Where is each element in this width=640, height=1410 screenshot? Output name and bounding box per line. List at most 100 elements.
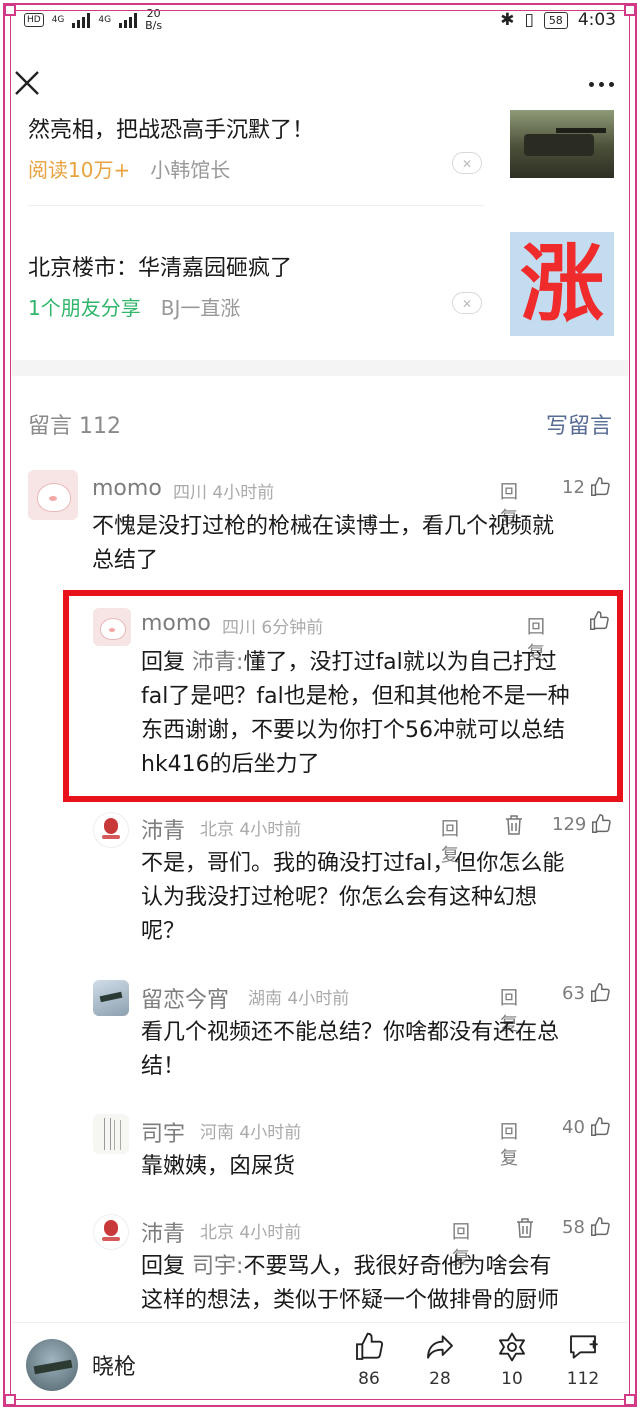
frame-corner	[4, 4, 16, 16]
comment-text: 回复 沛青:懂了，没打过fal就以为自己打过 fal了是吧？fal也是枪，但和其…	[141, 646, 613, 782]
comment-line: 总结了	[92, 548, 159, 573]
top-bar	[0, 58, 640, 108]
comment-location-time: 四川 6分钟前	[222, 618, 324, 638]
share-action[interactable]: 28	[415, 1331, 465, 1389]
article-thumbnail[interactable]	[510, 110, 614, 178]
thumbs-up-icon	[590, 1217, 610, 1236]
like-button[interactable]: 40	[562, 1116, 611, 1138]
comment-author[interactable]: 沛青	[141, 813, 185, 845]
friend-share-count: 1个朋友分享	[28, 296, 141, 320]
comment-author[interactable]: momo	[141, 611, 211, 636]
thumbs-up-icon	[356, 1332, 384, 1360]
comment-location-time: 北京 4小时前	[200, 1223, 302, 1243]
user-avatar[interactable]	[26, 1339, 78, 1391]
net-speed: 20 B/s	[145, 8, 162, 32]
bluetooth-icon: ✱	[500, 10, 515, 30]
reply-prefix: 回复	[141, 1254, 186, 1279]
write-comment-button[interactable]: 写留言	[546, 408, 612, 440]
net-speed-unit: B/s	[145, 19, 163, 32]
divider	[28, 205, 484, 206]
comment-line: 懂了，没打过fal就以为自己打过	[243, 650, 557, 675]
dislike-close-icon[interactable]: ✕	[452, 152, 482, 174]
signal-icon	[72, 12, 91, 28]
like-count: 86	[358, 1369, 380, 1389]
comment-line: 不要骂人，我很好奇他为啥会有	[243, 1254, 552, 1279]
like-count: 63	[562, 982, 585, 1004]
comment-line: 东西谢谢，不要以为你打个56冲就可以总结	[141, 718, 565, 743]
close-icon[interactable]	[14, 70, 40, 96]
comment-line: fal了是吧？fal也是枪，但和其他枪不是一种	[141, 684, 570, 709]
comments-count: 留言 112	[28, 414, 121, 439]
frame-corner	[624, 1394, 636, 1406]
comment-author[interactable]: 留恋今宵	[141, 982, 229, 1014]
comment-text: 不愧是没打过枪的枪械在读博士，看几个视频就 总结了	[92, 510, 617, 578]
comment-location-time: 河南 4小时前	[200, 1123, 302, 1143]
like-button[interactable]: 12	[562, 476, 611, 498]
comment-text: 看几个视频还不能总结？你啥都没有还在总 结！	[141, 1016, 613, 1084]
comment-text: 不是，哥们。我的确没打过fal，但你怎么能 认为我没打过枪呢？你怎么会有这种幻想…	[141, 847, 613, 949]
comments-header: 留言 112 写留言	[28, 408, 612, 440]
frame-corner	[624, 4, 636, 16]
thumbnail-text: 涨	[519, 235, 604, 333]
comment-line: 结！	[141, 1054, 186, 1079]
like-count: 40	[562, 1116, 585, 1138]
thumbs-up-icon	[590, 477, 610, 496]
article-source: 小韩馆长	[150, 158, 231, 182]
sim1-label: 4G	[51, 15, 65, 25]
bottom-bar: 晓枪 86 28 10 112	[12, 1322, 628, 1399]
comment-line: 看几个视频还不能总结？你啥都没有还在总	[141, 1020, 560, 1045]
like-button[interactable]: 129	[552, 813, 612, 835]
comment-author[interactable]: 司宇	[141, 1116, 185, 1148]
like-button[interactable]	[588, 610, 610, 632]
comment-line: 不愧是没打过枪的枪械在读博士，看几个视频就	[92, 514, 555, 539]
mention[interactable]: 沛青:	[192, 650, 243, 675]
avatar[interactable]	[93, 812, 129, 848]
thumbs-up-icon	[590, 983, 610, 1002]
like-count: 129	[552, 813, 587, 835]
thumbs-up-icon	[590, 1117, 610, 1136]
avatar[interactable]	[93, 1114, 129, 1154]
sim2-label: 4G	[98, 15, 112, 25]
wow-star-icon	[499, 1332, 525, 1362]
battery-indicator: 58	[543, 11, 568, 29]
comment-line: hk416的后坐力了	[141, 752, 320, 777]
avatar[interactable]	[28, 470, 78, 520]
thumbs-up-icon	[592, 814, 612, 833]
like-button[interactable]: 58	[562, 1216, 611, 1238]
more-options-icon[interactable]	[589, 82, 614, 87]
comment-location-time: 北京 4小时前	[200, 820, 302, 840]
share-count: 28	[429, 1369, 451, 1389]
wow-action[interactable]: 10	[487, 1331, 537, 1389]
vibrate-icon: ▯	[524, 10, 534, 30]
delete-icon[interactable]	[515, 1217, 535, 1239]
comment-action[interactable]: 112	[558, 1331, 608, 1389]
comment-author[interactable]: 沛青	[141, 1216, 185, 1248]
reply-prefix: 回复	[141, 650, 186, 675]
like-button[interactable]: 63	[562, 982, 611, 1004]
comment-line: 这样的想法，类似于怀疑一个做排骨的厨师	[141, 1288, 560, 1313]
comment-line: 呢？	[141, 919, 186, 944]
clock: 4:03	[577, 10, 616, 30]
comment-line: 认为我没打过枪呢？你怎么会有这种幻想	[141, 885, 538, 910]
article-source: BJ一直涨	[160, 296, 241, 320]
like-count: 12	[562, 476, 585, 498]
like-action[interactable]: 86	[344, 1331, 394, 1389]
wow-count: 10	[501, 1369, 523, 1389]
article-thumbnail[interactable]: 涨	[510, 232, 614, 336]
status-bar: HD 4G 4G 20 B/s ✱ ▯ 58 4:03	[0, 0, 640, 44]
comment-text: 靠嫩姨，囟屎货	[141, 1150, 613, 1184]
section-gap	[12, 360, 628, 376]
comment-line: 靠嫩姨，囟屎货	[141, 1154, 296, 1179]
dislike-close-icon[interactable]: ✕	[452, 292, 482, 314]
thumbs-up-icon	[590, 611, 609, 630]
comment-author[interactable]: momo	[92, 476, 162, 501]
avatar[interactable]	[93, 980, 129, 1016]
delete-icon[interactable]	[504, 814, 524, 836]
comment-add-icon	[570, 1335, 598, 1359]
comment-text: 回复 司宇:不要骂人，我很好奇他为啥会有 这样的想法，类似于怀疑一个做排骨的厨师	[141, 1250, 613, 1318]
avatar[interactable]	[93, 1214, 129, 1250]
user-name[interactable]: 晓枪	[92, 1349, 136, 1381]
avatar[interactable]	[93, 608, 131, 646]
mention[interactable]: 司宇:	[192, 1254, 243, 1279]
comment-count: 112	[566, 1369, 600, 1389]
